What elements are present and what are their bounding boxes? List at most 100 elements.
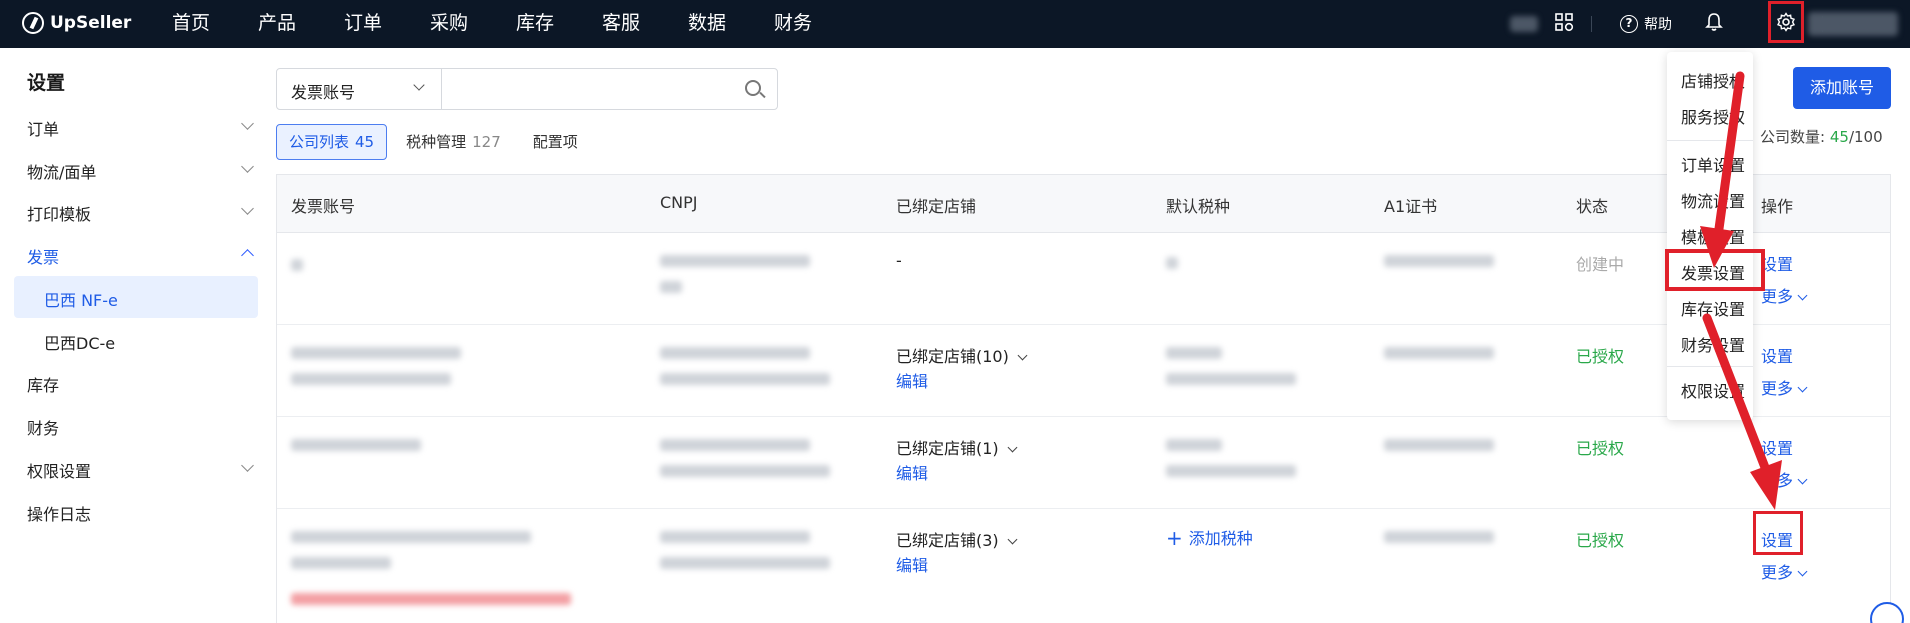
menu-item-shop-auth[interactable]: 店铺授权 [1681, 68, 1745, 92]
table-header: 发票账号 CNPJ 已绑定店铺 默认税种 A1证书 状态 操作 [277, 175, 1890, 233]
chevron-down-icon [1007, 534, 1018, 545]
row-more-dropdown[interactable]: 更多 [1761, 467, 1808, 491]
add-account-button[interactable]: 添加账号 [1793, 67, 1891, 109]
app-logo[interactable]: UpSeller [22, 12, 131, 34]
gear-icon[interactable] [1742, 12, 1766, 36]
sidebar-item-logistics[interactable]: 物流/面单 [0, 148, 270, 190]
edit-shops-link[interactable]: 编辑 [896, 552, 928, 576]
row-settings-link[interactable]: 设置 [1761, 435, 1793, 459]
sidebar-item-label: 权限设置 [27, 462, 92, 481]
plus-icon: + [1166, 526, 1183, 550]
table-row: 已绑定店铺(1) 编辑 已授权 设置 更多 [277, 417, 1890, 509]
help-button[interactable]: ? 帮助 [1620, 10, 1672, 38]
row-more-dropdown[interactable]: 更多 [1761, 559, 1808, 583]
sidebar-item-operation-log[interactable]: 操作日志 [0, 490, 270, 532]
sidebar-item-permissions[interactable]: 权限设置 [0, 447, 270, 489]
bound-shops-label: 已绑定店铺(10) [896, 347, 1009, 366]
menu-item-order-settings[interactable]: 订单设置 [1681, 152, 1745, 176]
search-field-value: 发票账号 [291, 83, 356, 102]
tab-label: 税种管理 [406, 133, 467, 151]
menu-item-logistics-settings[interactable]: 物流设置 [1681, 188, 1745, 212]
sidebar-item-finance[interactable]: 财务 [0, 404, 270, 446]
sidebar-item-label: 库存 [27, 376, 60, 395]
search-field-select[interactable]: 发票账号 [277, 69, 442, 109]
menu-item-template-settings[interactable]: 模板设置 [1681, 224, 1745, 248]
row-settings-link[interactable]: 设置 [1761, 251, 1793, 275]
sidebar-item-label: 财务 [27, 419, 60, 438]
sidebar-subitem-brazil-dce[interactable]: 巴西DC-e [14, 319, 258, 361]
menu-item-service-auth[interactable]: 服务授权 [1681, 104, 1745, 128]
column-header: 发票账号 [291, 197, 356, 216]
account-switch-blurred[interactable] [1510, 16, 1538, 32]
table-row: - 创建中 设置 更多 [277, 233, 1890, 325]
tab-count: 45 [355, 133, 375, 151]
chevron-down-icon [1797, 566, 1808, 577]
cnpj-sub-blurred [660, 373, 830, 385]
apps-grid-icon[interactable] [1552, 12, 1576, 36]
nav-inventory[interactable]: 库存 [516, 0, 602, 48]
tab-count: 127 [472, 133, 501, 151]
main-content: 发票账号 公司列表 45 税种管理 127 配置项 添加账号 公司数量: 45/10… [270, 48, 1910, 623]
nav-orders[interactable]: 订单 [344, 0, 430, 48]
add-tax-button[interactable]: + 添加税种 [1166, 525, 1253, 550]
tab-company-list[interactable]: 公司列表 45 [276, 124, 388, 160]
chevron-up-icon [241, 249, 254, 262]
nav-home[interactable]: 首页 [172, 0, 258, 48]
bound-shops-dropdown[interactable]: 已绑定店铺(1) [896, 435, 1018, 459]
sidebar-item-orders[interactable]: 订单 [0, 105, 270, 147]
menu-divider [1667, 366, 1753, 367]
sidebar-item-label: 巴西DC-e [44, 334, 116, 353]
sidebar-item-label: 物流/面单 [27, 163, 97, 182]
chevron-down-icon [241, 160, 254, 173]
sidebar-item-invoice[interactable]: 发票 [0, 233, 270, 275]
company-count-max: /100 [1848, 128, 1883, 146]
logo-text: UpSeller [50, 13, 132, 33]
help-icon: ? [1620, 15, 1638, 33]
cnpj-sub-blurred [660, 465, 830, 477]
search-bar: 发票账号 [276, 68, 778, 110]
column-header: 默认税种 [1166, 197, 1231, 216]
sidebar-item-print-templates[interactable]: 打印模板 [0, 190, 270, 232]
search-icon[interactable] [745, 80, 761, 96]
nav-products[interactable]: 产品 [258, 0, 344, 48]
bound-shops-dropdown[interactable]: 已绑定店铺(3) [896, 527, 1018, 551]
tab-tax-management[interactable]: 税种管理 127 [393, 124, 514, 160]
chevron-down-icon [1007, 442, 1018, 453]
sidebar-item-inventory[interactable]: 库存 [0, 361, 270, 403]
status-badge: 已授权 [1576, 347, 1625, 366]
invoice-account-sub-blurred [291, 373, 451, 385]
sidebar-item-label: 巴西 NF-e [44, 291, 118, 310]
sidebar-item-label: 订单 [27, 120, 60, 139]
menu-item-inventory-settings[interactable]: 库存设置 [1681, 296, 1745, 320]
chevron-down-icon [241, 459, 254, 472]
bound-shops-dropdown[interactable]: 已绑定店铺(10) [896, 343, 1028, 367]
column-header: 状态 [1576, 197, 1609, 216]
row-settings-link[interactable]: 设置 [1761, 343, 1793, 367]
cnpj-blurred [660, 531, 810, 543]
certificate-blurred [1384, 439, 1494, 451]
chevron-down-icon [241, 202, 254, 215]
more-label: 更多 [1761, 563, 1794, 582]
menu-item-permission-settings[interactable]: 权限设置 [1681, 378, 1745, 402]
nav-service[interactable]: 客服 [602, 0, 688, 48]
edit-shops-link[interactable]: 编辑 [896, 368, 928, 392]
column-header: 操作 [1761, 197, 1794, 216]
search-input[interactable] [443, 70, 733, 108]
status-badge: 已授权 [1576, 439, 1625, 458]
sidebar-subitem-brazil-nfe[interactable]: 巴西 NF-e [14, 276, 258, 318]
row-more-dropdown[interactable]: 更多 [1761, 375, 1808, 399]
bound-shops-label: 已绑定店铺(1) [896, 439, 999, 458]
user-avatar-blurred[interactable] [1808, 12, 1898, 36]
edit-shops-link[interactable]: 编辑 [896, 460, 928, 484]
bound-shops-value: - [896, 251, 902, 270]
row-more-dropdown[interactable]: 更多 [1761, 283, 1808, 307]
default-tax-blurred [1166, 439, 1222, 451]
default-tax-sub-blurred [1166, 373, 1296, 385]
nav-data[interactable]: 数据 [688, 0, 774, 48]
nav-finance[interactable]: 财务 [774, 0, 860, 48]
tab-config-items[interactable]: 配置项 [520, 124, 591, 160]
menu-item-finance-settings[interactable]: 财务设置 [1681, 332, 1745, 356]
nav-purchase[interactable]: 采购 [430, 0, 516, 48]
bell-icon[interactable] [1702, 12, 1726, 36]
default-tax-blurred [1166, 347, 1222, 359]
